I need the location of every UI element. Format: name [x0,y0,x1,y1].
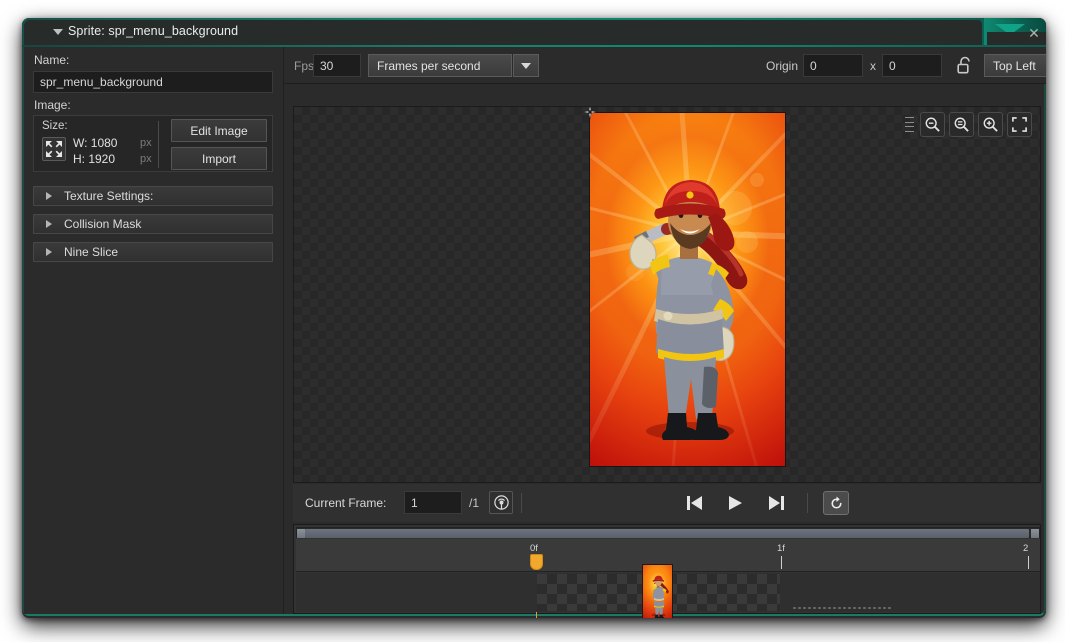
skip-previous-icon[interactable] [685,494,705,512]
ruler-tick-label: 2 [1023,543,1029,554]
playback-mode-select[interactable]: Frames per second [368,54,512,77]
import-button[interactable]: Import [171,147,267,170]
frame-thumbnail[interactable] [642,564,673,618]
origin-x-input[interactable] [803,54,863,77]
fps-label: Fps [294,59,315,73]
image-height-value: H: 1920 [73,152,116,166]
timeline-horizontal-scrollbar[interactable] [296,527,1040,538]
play-icon[interactable] [725,494,745,512]
firefighter-character [629,180,748,440]
ruler-tick-mark [1028,556,1029,569]
panel-resize-grip[interactable] [792,606,892,610]
chevron-right-icon [46,248,52,256]
section-label: Nine Slice [64,245,119,259]
sprite-image [589,112,786,467]
image-width-value: W: 1080 [73,136,118,150]
playhead-handle[interactable] [530,554,543,570]
section-nine-slice[interactable]: Nine Slice [33,242,273,262]
fit-to-screen-icon[interactable] [1007,112,1032,137]
height-unit-label: px [140,153,152,165]
frame-cell[interactable] [537,564,780,618]
properties-panel: Name: Image: Size: [24,47,284,614]
chevron-right-icon [46,192,52,200]
fps-input[interactable] [313,54,361,77]
width-unit-label: px [140,137,152,149]
sprite-editor-window: Sprite: spr_menu_background ✕ Name: Imag… [22,18,1046,618]
chevron-down-icon [521,62,531,69]
sprite-toolbar: Fps Frames per second Origin x Top Lef [284,47,1046,84]
window-title-bar[interactable]: Sprite: spr_menu_background ✕ [22,18,1046,45]
origin-star-icon [582,107,598,120]
triangle-down-icon[interactable] [53,29,63,35]
sprite-canvas[interactable] [293,106,1041,483]
size-box-divider [158,121,159,168]
zoom-out-icon[interactable] [920,112,945,137]
current-frame-label: Current Frame: [305,496,387,510]
window-title: Sprite: spr_menu_background [68,24,239,38]
toolbar-divider [521,493,522,513]
ruler-tick-label: 0f [530,543,538,554]
zoom-in-icon[interactable] [978,112,1003,137]
image-label: Image: [34,98,71,112]
close-icon[interactable]: ✕ [1022,23,1046,43]
scrollbar-left-cap[interactable] [297,529,305,538]
canvas-zoom-toolbar [905,112,1032,137]
window-content: Name: Image: Size: [22,47,1046,618]
ruler-tick-label: 1f [777,543,785,554]
section-collision-mask[interactable]: Collision Mask [33,214,273,234]
chevron-right-icon [46,220,52,228]
screenshot-root: Sprite: spr_menu_background ✕ Name: Imag… [0,0,1065,642]
skip-next-icon[interactable] [766,494,786,512]
section-label: Texture Settings: [64,189,154,203]
sprite-name-input[interactable] [33,71,273,93]
onion-skin-icon[interactable] [489,491,513,514]
scrollbar-thumb[interactable] [305,529,1029,538]
frame-timeline: 0f 1f 2 [293,524,1041,618]
loop-icon[interactable] [823,491,849,515]
ruler-tick-mark [781,556,782,569]
origin-separator-label: x [870,59,876,73]
origin-y-input[interactable] [882,54,942,77]
resize-arrows-icon[interactable] [42,137,66,161]
frame-track[interactable] [296,564,1040,618]
playback-toolbar: Current Frame: /1 [293,484,1041,522]
image-size-box: Size: W: 1080 H: 1920 px px Edit Image I… [33,115,273,172]
total-frames-label: /1 [469,496,480,510]
zoom-reset-icon[interactable] [949,112,974,137]
edit-image-button[interactable]: Edit Image [171,119,267,142]
drag-handle-icon[interactable] [905,117,914,132]
playback-mode-dropdown-arrow[interactable] [513,54,539,77]
scrollbar-right-cap[interactable] [1031,529,1039,538]
name-label: Name: [34,53,70,67]
origin-label: Origin [766,59,799,73]
section-label: Collision Mask [64,217,142,231]
unlocked-padlock-icon[interactable] [954,54,976,77]
origin-preset-select[interactable]: Top Left [984,54,1046,77]
current-frame-input[interactable] [404,491,462,514]
toolbar-divider [807,493,808,513]
size-label: Size: [42,120,68,132]
section-texture-settings[interactable]: Texture Settings: [33,186,273,206]
